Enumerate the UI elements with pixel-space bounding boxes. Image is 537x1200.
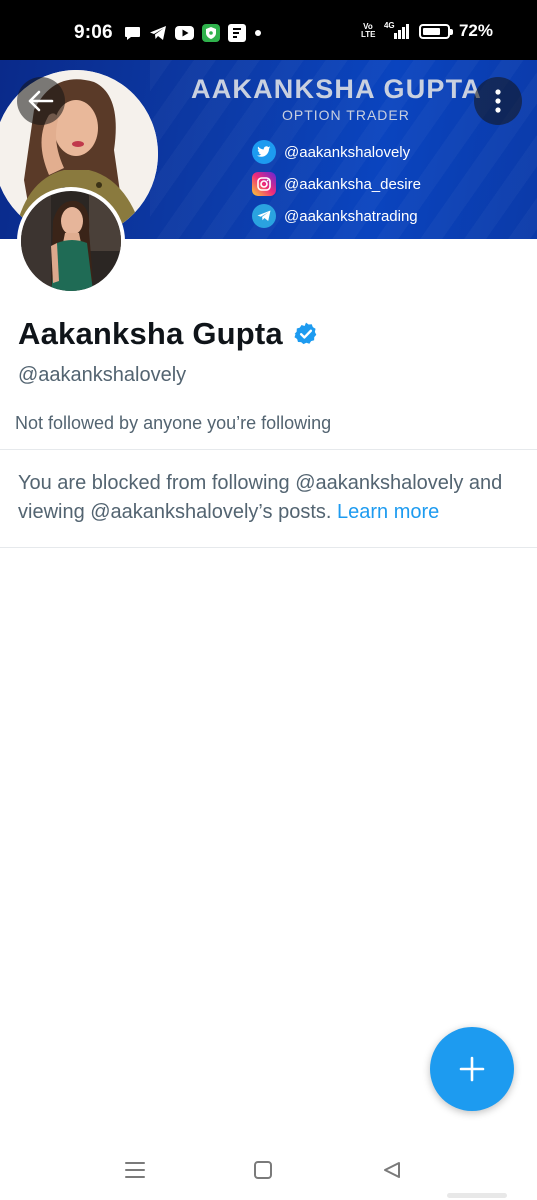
media-app-icon: [228, 24, 246, 42]
banner-twitter-row: @aakankshalovely: [252, 140, 410, 164]
banner-name: AAKANKSHA GUPTA: [191, 74, 482, 104]
divider: [0, 547, 537, 548]
youtube-icon: [175, 26, 194, 40]
more-options-button[interactable]: [474, 77, 522, 125]
banner-subtitle: OPTION TRADER: [282, 107, 410, 123]
telegram-icon: [252, 204, 276, 228]
shield-app-icon: [202, 24, 220, 42]
display-name: Aakanksha Gupta: [18, 316, 283, 351]
back-triangle-icon: [384, 1162, 400, 1178]
status-bar: 9:06 Vo LTE 4G 72%: [0, 0, 537, 60]
status-time: 9:06: [74, 22, 113, 43]
battery-icon: [418, 23, 453, 39]
status-right: Vo LTE 4G 72%: [361, 21, 493, 41]
banner-telegram-row: @aakankshatrading: [252, 204, 418, 228]
dot-icon: [255, 30, 261, 36]
instagram-icon: [252, 172, 276, 196]
recent-apps-button[interactable]: [121, 1156, 149, 1184]
signal-icon: 4G: [384, 21, 410, 39]
profile-handle: @aakankshalovely: [18, 364, 187, 386]
more-vertical-icon: [495, 89, 501, 113]
menu-icon: [125, 1162, 145, 1178]
learn-more-link[interactable]: Learn more: [337, 501, 439, 523]
twitter-bird-icon: [252, 140, 276, 164]
display-name-row: Aakanksha Gupta: [18, 316, 319, 352]
banner-twitter-handle: @aakankshalovely: [284, 143, 411, 161]
notification-icons: [124, 24, 262, 42]
blocked-notice: You are blocked from following @aakanksh…: [18, 469, 523, 527]
battery-percent: 72%: [458, 21, 493, 40]
plus-icon: [459, 1056, 485, 1082]
banner-telegram-handle: @aakankshatrading: [284, 207, 418, 225]
verified-badge-icon: [294, 322, 317, 345]
banner-instagram-handle: @aakanksha_desire: [284, 175, 421, 193]
back-system-button[interactable]: [378, 1156, 406, 1184]
gesture-hint: [447, 1193, 507, 1198]
home-button[interactable]: [249, 1156, 277, 1184]
volte-label: Vo LTE: [360, 22, 376, 39]
arrow-left-icon: [28, 90, 54, 112]
battery-fill: [422, 27, 440, 35]
telegram-icon: [150, 26, 166, 40]
compose-button[interactable]: [430, 1027, 514, 1111]
home-square-icon: [254, 1161, 272, 1179]
system-navigation-bar: [0, 1140, 537, 1200]
banner-instagram-row: @aakanksha_desire: [252, 172, 421, 196]
divider: [0, 449, 537, 450]
followers-you-know: Not followed by anyone you’re following: [15, 413, 332, 433]
chat-bubble-icon: [125, 26, 140, 40]
back-button[interactable]: [17, 77, 65, 125]
profile-avatar[interactable]: [17, 187, 125, 295]
